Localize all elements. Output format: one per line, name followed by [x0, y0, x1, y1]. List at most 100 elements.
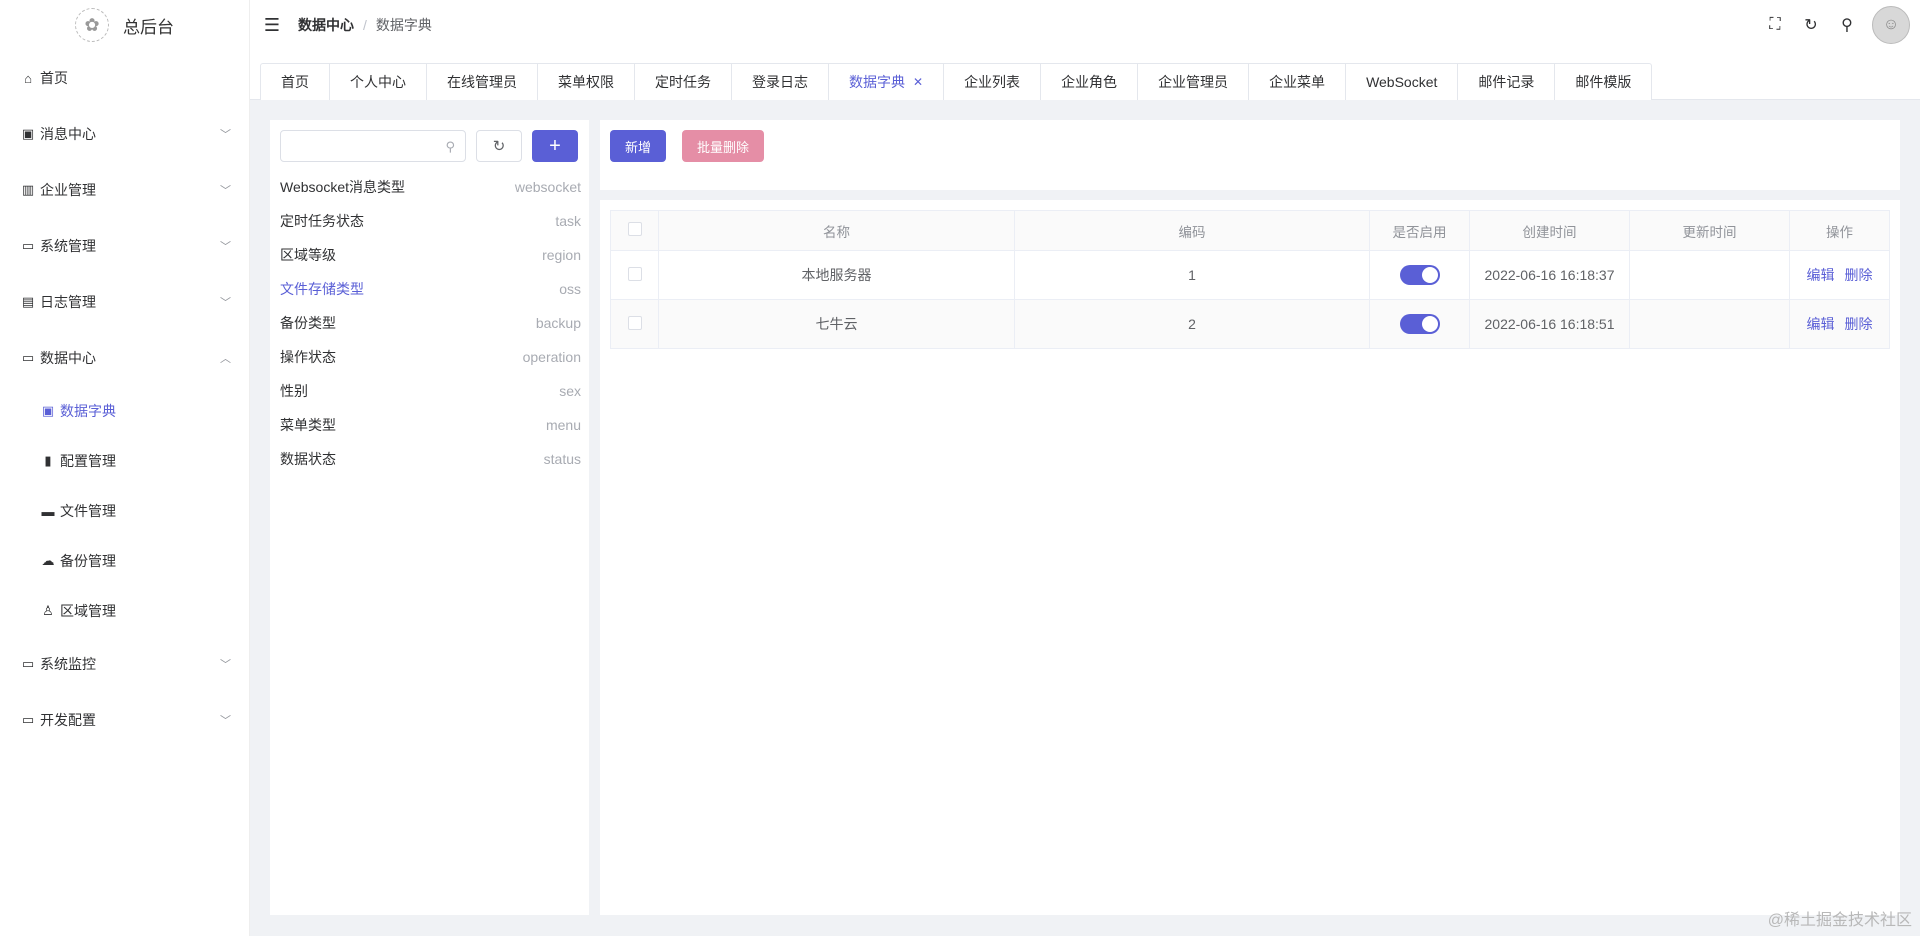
edit-link[interactable]: 编辑	[1807, 316, 1835, 332]
row-checkbox[interactable]	[627, 266, 642, 281]
breadcrumb-current: 数据字典	[375, 17, 432, 33]
chevron-up-icon: ︿	[220, 353, 231, 365]
breadcrumb-separator: /	[363, 17, 367, 33]
tab-online-admins[interactable]: 在线管理员	[427, 64, 538, 100]
column-header-created: 创建时间	[1469, 210, 1630, 251]
dict-item-task[interactable]: 定时任务状态 task	[280, 204, 581, 238]
sidebar-item-dev[interactable]: ▭ 开发配置 ﹀	[0, 692, 249, 748]
tab-menu-permissions[interactable]: 菜单权限	[538, 64, 635, 100]
cell-created: 2022-06-16 16:18:51	[1469, 299, 1630, 349]
dict-search-input[interactable]: ⚲	[280, 130, 466, 162]
chevron-down-icon: ﹀	[220, 715, 231, 727]
cell-enabled	[1369, 250, 1470, 300]
toggle-knob	[1421, 316, 1438, 332]
column-header-code: 编码	[1014, 210, 1370, 251]
log-icon: ▤	[21, 294, 35, 309]
sidebar-item-monitor[interactable]: ▭ 系统监控 ﹀	[0, 636, 249, 692]
sidebar-item-home[interactable]: ⌂ 首页	[0, 50, 249, 106]
avatar[interactable]: ☺	[1872, 6, 1910, 44]
tab-websocket[interactable]: WebSocket	[1346, 64, 1459, 100]
row-checkbox[interactable]	[627, 315, 642, 330]
monitor-icon: ▭	[21, 656, 35, 671]
column-header-updated: 更新时间	[1629, 210, 1790, 251]
detail-table-panel: 名称 编码 是否启用 创建时间 更新时间 操作 本地服务器 1 2022-06-…	[600, 200, 1900, 915]
enabled-toggle[interactable]	[1399, 265, 1440, 285]
dict-item-websocket[interactable]: Websocket消息类型 websocket	[280, 170, 581, 204]
header-actions: ⛶ ↻ ⚲ ☺	[1764, 6, 1920, 44]
dict-icon: ▣	[41, 403, 55, 418]
delete-link[interactable]: 删除	[1845, 267, 1873, 283]
fullscreen-icon[interactable]: ⛶	[1764, 14, 1786, 36]
dev-icon: ▭	[21, 712, 35, 727]
search-icon: ⚲	[445, 139, 455, 154]
batch-delete-button[interactable]: 批量删除	[682, 130, 765, 162]
cell-enabled	[1369, 299, 1470, 349]
sidebar-subitem-config[interactable]: ▮ 配置管理	[0, 436, 249, 486]
cell-actions: 编辑 删除	[1789, 250, 1890, 300]
cloud-icon: ☁	[41, 553, 55, 568]
select-all-checkbox[interactable]	[627, 222, 642, 236]
message-icon: ▣	[21, 126, 35, 141]
edit-link[interactable]: 编辑	[1807, 267, 1835, 283]
sidebar-item-data-center[interactable]: ▭ 数据中心 ︿	[0, 330, 249, 386]
folder-icon: ▬	[41, 503, 55, 519]
tab-enterprise-list[interactable]: 企业列表	[944, 64, 1042, 100]
tab-data-dict[interactable]: 数据字典 ✕	[829, 64, 945, 100]
dict-item-menu[interactable]: 菜单类型 menu	[280, 408, 581, 442]
cell-updated	[1629, 250, 1790, 300]
dict-item-oss[interactable]: 文件存储类型 oss	[280, 272, 581, 306]
add-button[interactable]: 新增	[610, 130, 667, 162]
user-pin-icon: ♙	[42, 603, 54, 618]
dict-item-sex[interactable]: 性别 sex	[280, 374, 581, 408]
chevron-down-icon: ﹀	[220, 129, 231, 141]
collapse-menu-icon[interactable]: ☰	[260, 15, 284, 36]
sidebar-item-system[interactable]: ▭ 系统管理 ﹀	[0, 218, 249, 274]
sidebar-item-log[interactable]: ▤ 日志管理 ﹀	[0, 274, 249, 330]
cell-name: 本地服务器	[658, 250, 1015, 300]
sidebar-item-message[interactable]: ▣ 消息中心 ﹀	[0, 106, 249, 162]
logo-image: ✿	[75, 8, 109, 42]
dict-toolbar: ⚲ ↻ +	[280, 130, 578, 162]
tab-home[interactable]: 首页	[261, 64, 330, 100]
sidebar-item-enterprise[interactable]: ▥ 企业管理 ﹀	[0, 162, 249, 218]
delete-link[interactable]: 删除	[1845, 316, 1873, 332]
breadcrumb: 数据中心 / 数据字典	[298, 15, 432, 35]
chart-icon: ▥	[21, 182, 35, 197]
dict-item-operation[interactable]: 操作状态 operation	[280, 340, 581, 374]
select-all-cell	[610, 210, 659, 251]
chevron-down-icon: ﹀	[220, 297, 231, 309]
tab-mail-templates[interactable]: 邮件模版	[1555, 64, 1651, 100]
logo[interactable]: ✿ 总后台	[0, 0, 249, 50]
tab-enterprise-menu[interactable]: 企业菜单	[1249, 64, 1347, 100]
sidebar-subitem-region[interactable]: ♙ 区域管理	[0, 586, 249, 636]
enabled-toggle[interactable]	[1399, 314, 1440, 334]
breadcrumb-parent[interactable]: 数据中心	[298, 15, 354, 35]
dict-item-backup[interactable]: 备份类型 backup	[280, 306, 581, 340]
dict-list: Websocket消息类型 websocket 定时任务状态 task 区域等级 re…	[280, 170, 581, 476]
broom-icon[interactable]: ⚲	[1836, 14, 1858, 36]
sidebar-subitem-backup[interactable]: ☁ 备份管理	[0, 536, 249, 586]
dict-add-button[interactable]: +	[532, 130, 578, 162]
detail-toolbar: 新增 批量删除	[600, 120, 1900, 190]
sidebar-subitem-dict[interactable]: ▣ 数据字典	[0, 386, 249, 436]
top-header: ☰ 数据中心 / 数据字典 ⛶ ↻ ⚲ ☺	[250, 0, 1920, 50]
dict-refresh-button[interactable]: ↻	[476, 130, 522, 162]
sidebar-subitem-file[interactable]: ▬ 文件管理	[0, 486, 249, 536]
data-icon: ▭	[21, 350, 35, 365]
tab-profile[interactable]: 个人中心	[330, 64, 427, 100]
tab-login-log[interactable]: 登录日志	[732, 64, 829, 100]
sidebar-menu: ⌂ 首页 ▣ 消息中心 ﹀ ▥ 企业管理 ﹀ ▭ 系统管理 ﹀ ▤ 日志管理 ﹀…	[0, 50, 249, 748]
tab-enterprise-roles[interactable]: 企业角色	[1041, 64, 1139, 100]
dict-item-region[interactable]: 区域等级 region	[280, 238, 581, 272]
column-header-name: 名称	[658, 210, 1015, 251]
sidebar: ✿ 总后台 ⌂ 首页 ▣ 消息中心 ﹀ ▥ 企业管理 ﹀ ▭ 系统管理 ﹀ ▤ …	[0, 0, 250, 936]
tab-enterprise-admins[interactable]: 企业管理员	[1138, 64, 1250, 100]
row-select-cell	[610, 299, 659, 349]
refresh-icon[interactable]: ↻	[1800, 14, 1822, 36]
dict-item-status[interactable]: 数据状态 status	[280, 442, 581, 476]
chevron-down-icon: ﹀	[220, 659, 231, 671]
tab-scheduled-tasks[interactable]: 定时任务	[635, 64, 732, 100]
close-icon[interactable]: ✕	[913, 75, 923, 89]
tab-mail-records[interactable]: 邮件记录	[1458, 64, 1556, 100]
home-icon: ⌂	[24, 70, 32, 86]
